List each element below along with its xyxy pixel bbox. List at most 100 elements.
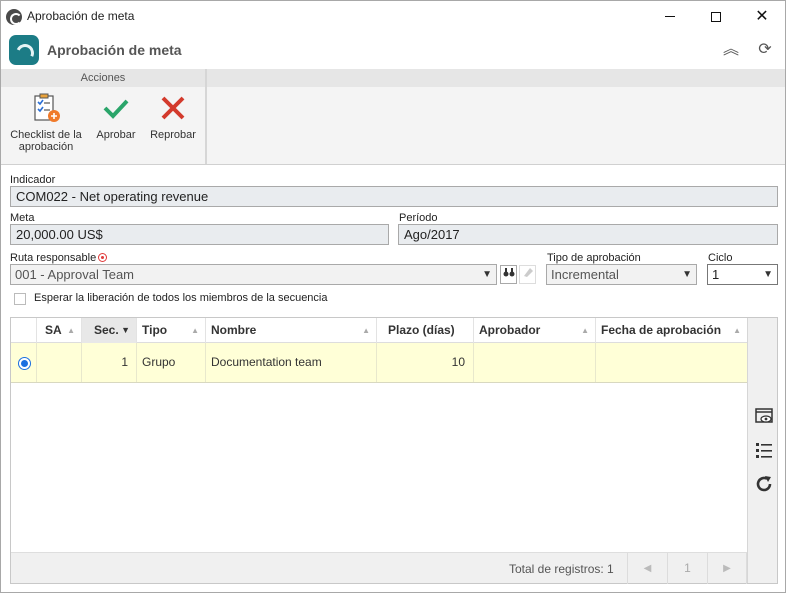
approval-grid: SA ▲ Sec. ▼ Tipo ▲ Nombre ▲ Plazo (días) Apr… (10, 317, 778, 584)
ribbon-header-bar (207, 69, 785, 87)
reject-label: Reprobar (150, 129, 196, 141)
checklist-label-line2: aprobación (18, 141, 74, 153)
table-row[interactable]: 1 Grupo Documentation team 10 (11, 343, 747, 383)
cell-plazo: 10 (377, 343, 474, 382)
view-button[interactable] (754, 406, 774, 426)
tipo-aprobacion-select[interactable]: Incremental ▼ (546, 264, 697, 285)
grid-col-sec-label: Sec. (94, 323, 119, 337)
grid-col-aprobador-label: Aprobador (479, 323, 541, 337)
sort-icon: ▲ (362, 326, 370, 335)
ciclo-select[interactable]: 1 ▼ (707, 264, 778, 285)
next-page-button[interactable]: ▶ (707, 553, 747, 584)
grid-col-nombre[interactable]: Nombre ▲ (206, 318, 377, 343)
grid-col-sa-label: SA (45, 323, 62, 337)
list-button[interactable] (754, 440, 774, 460)
esperar-checkbox[interactable] (14, 293, 26, 305)
meta-field[interactable]: 20,000.00 US$ (10, 224, 389, 245)
reject-button[interactable]: Reprobar (147, 91, 199, 141)
tipo-aprobacion-label: Tipo de aprobación (547, 252, 641, 264)
approve-label: Aprobar (96, 129, 136, 141)
page-number[interactable]: 1 (667, 553, 707, 584)
chevron-down-icon: ▼ (763, 269, 773, 280)
clear-ruta-button[interactable] (519, 265, 536, 284)
sort-icon: ▲ (733, 326, 741, 335)
row-select-cell (11, 343, 37, 382)
chevron-down-icon: ▼ (682, 269, 692, 280)
meta-label: Meta (10, 212, 35, 224)
ciclo-value: 1 (712, 267, 720, 282)
indicador-field[interactable]: COM022 - Net operating revenue (10, 186, 778, 207)
maximize-button[interactable] (693, 1, 739, 32)
cell-nombre: Documentation team (206, 343, 377, 382)
sort-desc-icon: ▼ (121, 325, 130, 335)
cell-sec: 1 (82, 343, 137, 382)
ruta-label: Ruta responsable (10, 252, 97, 264)
ruta-value: 001 - Approval Team (15, 267, 134, 282)
list-icon (754, 443, 774, 463)
ribbon-group-label: Acciones (1, 69, 205, 87)
chevron-down-icon: ▼ (482, 269, 492, 280)
sort-icon: ▲ (191, 326, 199, 335)
required-icon (98, 253, 108, 262)
window: Aprobación de meta ✕ Aprobación de meta … (0, 0, 786, 593)
chevron-left-icon: ◀ (643, 563, 652, 574)
refresh-icon: ⟳ (758, 41, 772, 58)
esperar-label: Esperar la liberación de todos los miemb… (34, 292, 328, 304)
view-window-icon (754, 408, 774, 429)
grid-col-aprobador[interactable]: Aprobador ▲ (474, 318, 596, 343)
grid-col-nombre-label: Nombre (211, 323, 257, 337)
grid-footer: Total de registros: 1 ◀ 1 ▶ (11, 552, 747, 584)
cell-tipo: Grupo (137, 343, 206, 382)
cross-icon (156, 91, 190, 125)
indicador-label: Indicador (10, 174, 56, 186)
collapse-button[interactable]: ︽ (721, 40, 741, 60)
checklist-icon (29, 91, 63, 125)
prev-page-button[interactable]: ◀ (627, 553, 667, 584)
grid-col-sec[interactable]: Sec. ▼ (82, 318, 137, 343)
minimize-button[interactable] (647, 1, 693, 32)
close-icon: ✕ (755, 7, 769, 25)
tipo-aprobacion-value: Incremental (551, 267, 619, 282)
periodo-label: Período (399, 212, 438, 224)
double-chevron-up-icon: ︽ (722, 41, 739, 58)
maximize-icon (711, 11, 721, 22)
ruta-label-wrap: Ruta responsable (10, 252, 108, 264)
refresh-icon (754, 476, 774, 497)
toolbar-ribbon: Acciones Checklist de la aprobación Apro… (1, 69, 785, 165)
close-button[interactable]: ✕ (739, 1, 785, 32)
cell-fecha (596, 343, 747, 382)
search-ruta-button[interactable] (500, 265, 517, 284)
chevron-right-icon: ▶ (723, 563, 731, 574)
grid-col-sa[interactable]: SA ▲ (37, 318, 82, 343)
grid-col-plazo-label: Plazo (días) (388, 323, 455, 337)
periodo-field[interactable]: Ago/2017 (398, 224, 778, 245)
refresh-button[interactable]: ⟳ (755, 40, 775, 60)
grid-col-plazo[interactable]: Plazo (días) (377, 318, 474, 343)
window-title: Aprobación de meta (27, 9, 135, 23)
page-title: Aprobación de meta (47, 42, 182, 58)
eraser-icon (522, 268, 534, 281)
app-icon (6, 9, 22, 25)
checklist-button[interactable]: Checklist de la aprobación (7, 91, 85, 153)
ribbon-separator (205, 69, 207, 164)
grid-col-fecha[interactable]: Fecha de aprobación ▲ (596, 318, 747, 343)
app-logo (9, 35, 39, 65)
checklist-label-line1: Checklist de la (10, 129, 82, 141)
grid-col-tipo[interactable]: Tipo ▲ (137, 318, 206, 343)
ciclo-label: Ciclo (708, 252, 733, 264)
row-radio[interactable] (18, 357, 31, 370)
grid-col-tipo-label: Tipo (142, 323, 168, 337)
cell-aprobador (474, 343, 596, 382)
total-records: Total de registros: 1 (509, 562, 614, 576)
grid-header: SA ▲ Sec. ▼ Tipo ▲ Nombre ▲ Plazo (días) Apr… (11, 318, 747, 343)
binoculars-icon (503, 268, 515, 281)
cell-sa (37, 343, 82, 382)
grid-refresh-button[interactable] (754, 474, 774, 494)
grid-side-toolbar (747, 318, 777, 583)
approve-button[interactable]: Aprobar (91, 91, 141, 141)
grid-col-select (11, 318, 37, 343)
ruta-select[interactable]: 001 - Approval Team ▼ (10, 264, 497, 285)
minimize-icon (665, 16, 675, 17)
check-icon (99, 91, 133, 125)
sort-icon: ▲ (581, 326, 589, 335)
